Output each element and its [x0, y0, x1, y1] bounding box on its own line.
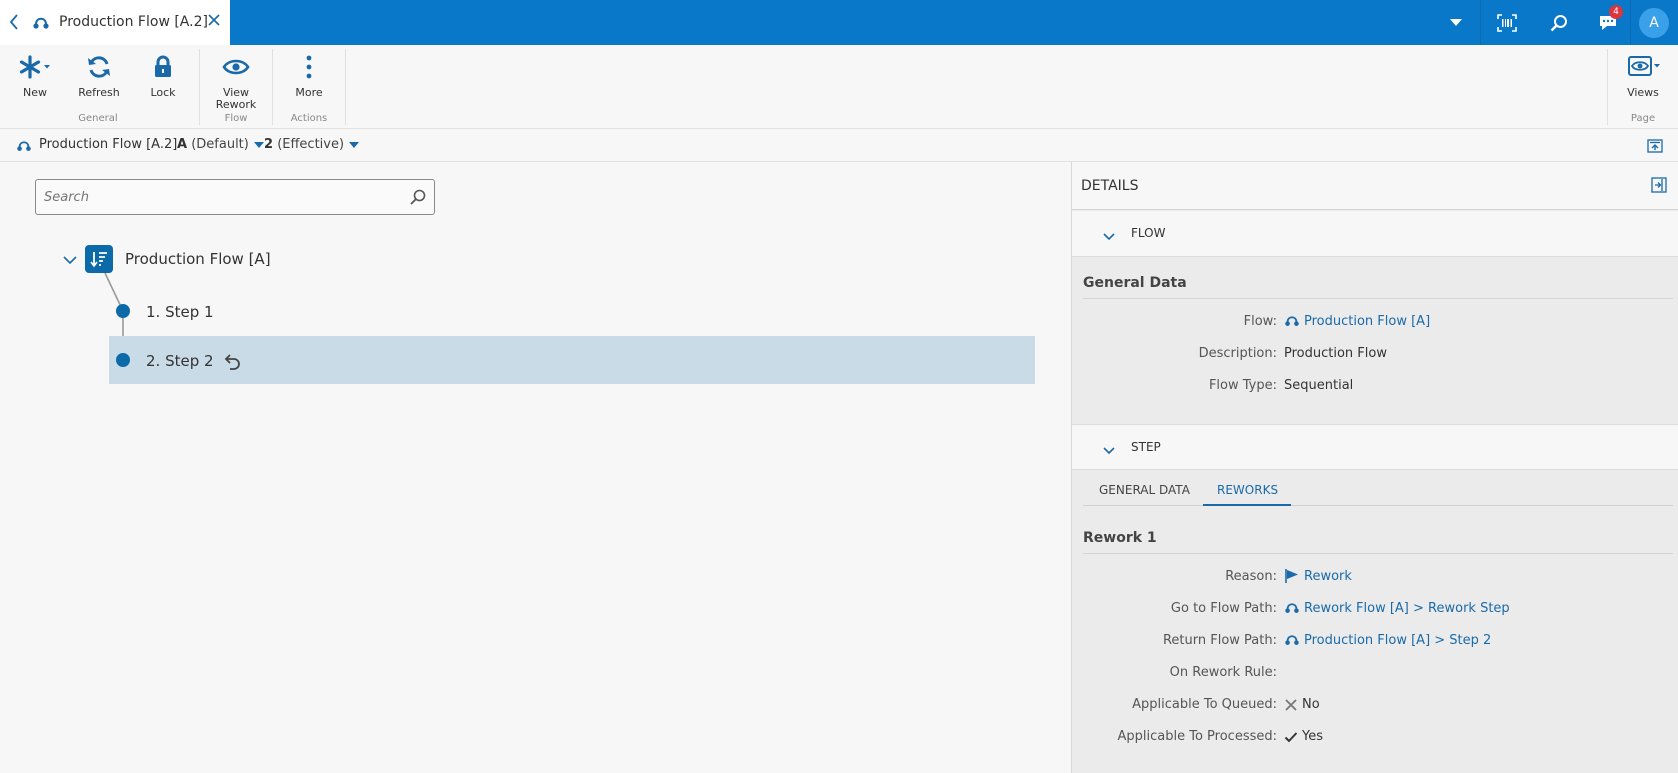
applicable-queued-value: No	[1284, 697, 1320, 712]
collapse-header-icon[interactable]	[1647, 138, 1663, 157]
flow-label: Flow:	[1243, 314, 1277, 329]
goto-flow-path-link[interactable]: Rework Flow [A] > Rework Step	[1284, 600, 1510, 616]
view-rework-button[interactable]: View Rework	[205, 53, 267, 111]
search-icon[interactable]	[409, 188, 427, 210]
views-label: Views	[1627, 86, 1659, 99]
separator	[345, 49, 346, 125]
group-page: Page	[1630, 113, 1656, 124]
return-flow-path-link[interactable]: Production Flow [A] > Step 2	[1284, 632, 1491, 648]
reason-label: Reason:	[1225, 569, 1277, 584]
separator	[272, 49, 273, 125]
flow-value-link[interactable]: Production Flow [A]	[1284, 313, 1430, 329]
goto-flow-path-label: Go to Flow Path:	[1170, 601, 1277, 616]
active-tab-underline	[1203, 504, 1291, 506]
group-flow: Flow	[224, 113, 248, 124]
flow-type-value: Sequential	[1284, 378, 1354, 393]
breadcrumb-bar: Production Flow [A.2] A (Default) 2 (Eff…	[0, 129, 1678, 162]
flow-section-header[interactable]: FLOW	[1072, 211, 1678, 257]
details-panel: DETAILS FLOW General Data Flow: Producti…	[1071, 162, 1678, 773]
top-bar: Production Flow [A.2] 4 A	[0, 0, 1678, 45]
on-rework-rule-label: On Rework Rule:	[1169, 665, 1277, 680]
version-note: (Effective)	[277, 137, 345, 152]
views-button[interactable]: Views	[1612, 53, 1674, 99]
step-label: 2. Step 2	[146, 352, 214, 370]
flow-section-title: FLOW	[1131, 226, 1166, 240]
chevron-down-icon	[1102, 441, 1116, 460]
tree-step-1[interactable]: 1. Step 1	[109, 288, 1035, 336]
eye-icon	[205, 53, 267, 81]
sequential-flow-icon	[85, 245, 113, 273]
rework-title: Rework 1	[1083, 530, 1157, 546]
reason-value-link[interactable]: Rework	[1284, 568, 1352, 584]
applicable-processed-label: Applicable To Processed:	[1117, 729, 1278, 744]
more-label: More	[295, 86, 323, 99]
view-rework-label: View Rework	[205, 87, 267, 111]
ribbon-toolbar: New Refresh Lock General View Rework Flow…	[0, 45, 1678, 129]
step-node-icon	[116, 353, 130, 367]
applicable-processed-value: Yes	[1284, 729, 1323, 744]
x-icon	[1285, 698, 1297, 711]
close-icon[interactable]	[206, 12, 222, 32]
tree-root-label[interactable]: Production Flow [A]	[125, 250, 271, 268]
step-section-header[interactable]: STEP	[1072, 424, 1678, 470]
description-label: Description:	[1198, 346, 1277, 361]
return-flow-path-value: Production Flow [A] > Step 2	[1304, 632, 1492, 648]
details-title: DETAILS	[1081, 178, 1139, 194]
group-actions: Actions	[290, 113, 328, 124]
flow-type-label: Flow Type:	[1208, 378, 1277, 393]
applicable-queued-label: Applicable To Queued:	[1132, 697, 1277, 712]
processed-text: Yes	[1302, 729, 1323, 744]
queued-text: No	[1302, 697, 1320, 712]
flow-value: Production Flow [A]	[1304, 313, 1431, 329]
reason-value: Rework	[1304, 568, 1352, 584]
goto-flow-path-value: Rework Flow [A] > Rework Step	[1304, 600, 1510, 616]
chevron-down-icon	[1102, 227, 1116, 246]
caret-down-icon	[349, 141, 360, 148]
flow-icon	[1285, 603, 1299, 613]
search-icon	[1550, 14, 1567, 31]
notifications-button[interactable]	[1582, 0, 1634, 45]
divider	[1083, 298, 1673, 299]
caret-down-icon	[1450, 18, 1462, 26]
step-label: 1. Step 1	[146, 303, 214, 321]
user-avatar[interactable]: A	[1639, 8, 1669, 38]
view-rework-label-line2: Rework	[215, 98, 257, 111]
notification-badge: 4	[1609, 5, 1623, 19]
return-flow-path-label: Return Flow Path:	[1162, 633, 1277, 648]
divider	[1083, 553, 1673, 554]
separator	[1607, 49, 1608, 125]
collapse-panel-icon[interactable]	[1651, 177, 1667, 197]
barcode-scan-icon	[1497, 13, 1517, 32]
separator	[1630, 0, 1631, 45]
more-button[interactable]: More	[278, 53, 340, 99]
search-button[interactable]	[1533, 0, 1585, 45]
caret-down-icon	[253, 141, 264, 148]
step-section-title: STEP	[1131, 440, 1161, 454]
barcode-scan-button[interactable]	[1481, 0, 1533, 45]
tab-reworks[interactable]: REWORKS	[1217, 483, 1278, 497]
version-selector[interactable]: 2 (Effective)	[264, 137, 360, 152]
flow-icon	[1285, 316, 1299, 326]
more-vertical-icon	[278, 53, 340, 81]
check-icon	[1284, 731, 1298, 742]
tab-dropdown-button[interactable]	[1430, 0, 1482, 45]
flow-general-data-title: General Data	[1083, 275, 1187, 291]
step-tabs: GENERAL DATA REWORKS	[1083, 472, 1673, 506]
step-node-icon	[116, 304, 130, 318]
chevron-down-icon[interactable]	[62, 250, 78, 269]
tree-step-2[interactable]: 2. Step 2	[109, 336, 1035, 384]
rework-undo-icon	[222, 351, 242, 375]
version-value: 2	[264, 137, 274, 152]
flag-icon	[1285, 569, 1298, 583]
eye-icon	[1612, 53, 1674, 81]
flow-icon	[1285, 635, 1299, 645]
details-header: DETAILS	[1072, 162, 1678, 210]
tab-general-data[interactable]: GENERAL DATA	[1099, 483, 1190, 497]
description-value: Production Flow	[1284, 346, 1387, 361]
